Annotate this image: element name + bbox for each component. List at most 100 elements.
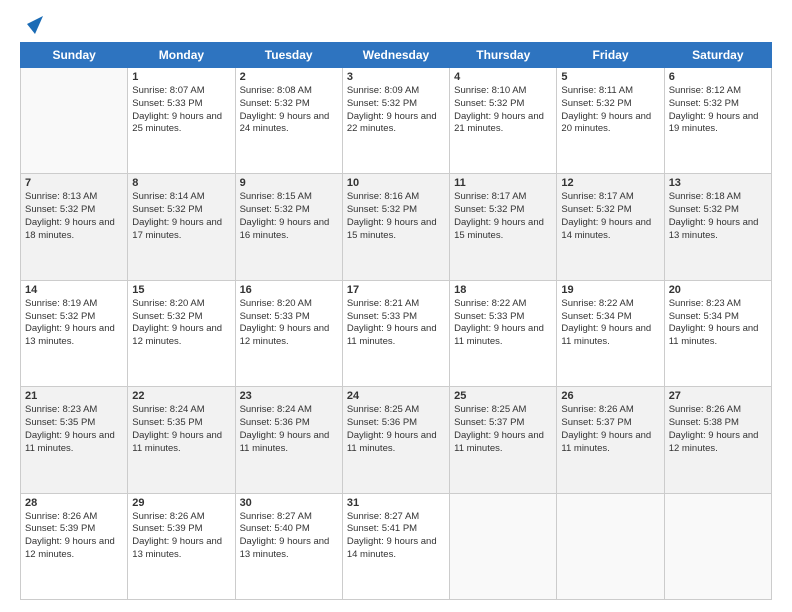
cell-details: Sunrise: 8:20 AM Sunset: 5:33 PM Dayligh… [240,298,338,349]
calendar-table: SundayMondayTuesdayWednesdayThursdayFrid… [20,42,772,600]
calendar-cell: 28 Sunrise: 8:26 AM Sunset: 5:39 PM Dayl… [21,493,128,599]
sunrise-text: Sunrise: 8:17 AM [454,191,526,202]
weekday-header-monday: Monday [128,43,235,68]
calendar-cell: 23 Sunrise: 8:24 AM Sunset: 5:36 PM Dayl… [235,387,342,493]
logo-bird-icon [21,16,43,34]
sunrise-text: Sunrise: 8:27 AM [240,511,312,522]
sunset-text: Sunset: 5:33 PM [240,311,310,322]
day-number: 7 [25,177,123,189]
sunrise-text: Sunrise: 8:24 AM [132,404,204,415]
cell-details: Sunrise: 8:22 AM Sunset: 5:34 PM Dayligh… [561,298,659,349]
calendar-week-row: 7 Sunrise: 8:13 AM Sunset: 5:32 PM Dayli… [21,174,772,280]
day-number: 21 [25,390,123,402]
calendar-cell: 10 Sunrise: 8:16 AM Sunset: 5:32 PM Dayl… [342,174,449,280]
calendar-cell: 12 Sunrise: 8:17 AM Sunset: 5:32 PM Dayl… [557,174,664,280]
cell-details: Sunrise: 8:25 AM Sunset: 5:37 PM Dayligh… [454,404,552,455]
cell-details: Sunrise: 8:26 AM Sunset: 5:39 PM Dayligh… [132,511,230,562]
cell-details: Sunrise: 8:25 AM Sunset: 5:36 PM Dayligh… [347,404,445,455]
day-number: 31 [347,497,445,509]
sunrise-text: Sunrise: 8:16 AM [347,191,419,202]
sunset-text: Sunset: 5:33 PM [454,311,524,322]
calendar-cell: 25 Sunrise: 8:25 AM Sunset: 5:37 PM Dayl… [450,387,557,493]
daylight-text: Daylight: 9 hours and 25 minutes. [132,111,222,135]
daylight-text: Daylight: 9 hours and 16 minutes. [240,217,330,241]
cell-details: Sunrise: 8:18 AM Sunset: 5:32 PM Dayligh… [669,191,767,242]
sunrise-text: Sunrise: 8:12 AM [669,85,741,96]
day-number: 25 [454,390,552,402]
sunrise-text: Sunrise: 8:15 AM [240,191,312,202]
sunrise-text: Sunrise: 8:14 AM [132,191,204,202]
cell-details: Sunrise: 8:15 AM Sunset: 5:32 PM Dayligh… [240,191,338,242]
calendar-cell: 6 Sunrise: 8:12 AM Sunset: 5:32 PM Dayli… [664,68,771,174]
sunset-text: Sunset: 5:32 PM [454,98,524,109]
daylight-text: Daylight: 9 hours and 12 minutes. [669,430,759,454]
daylight-text: Daylight: 9 hours and 20 minutes. [561,111,651,135]
daylight-text: Daylight: 9 hours and 14 minutes. [561,217,651,241]
sunset-text: Sunset: 5:35 PM [25,417,95,428]
calendar-cell: 20 Sunrise: 8:23 AM Sunset: 5:34 PM Dayl… [664,280,771,386]
calendar-cell: 18 Sunrise: 8:22 AM Sunset: 5:33 PM Dayl… [450,280,557,386]
weekday-header-friday: Friday [557,43,664,68]
daylight-text: Daylight: 9 hours and 13 minutes. [669,217,759,241]
day-number: 1 [132,71,230,83]
sunrise-text: Sunrise: 8:25 AM [454,404,526,415]
day-number: 11 [454,177,552,189]
page: SundayMondayTuesdayWednesdayThursdayFrid… [0,0,792,612]
calendar-cell: 4 Sunrise: 8:10 AM Sunset: 5:32 PM Dayli… [450,68,557,174]
calendar-week-row: 21 Sunrise: 8:23 AM Sunset: 5:35 PM Dayl… [21,387,772,493]
sunset-text: Sunset: 5:41 PM [347,523,417,534]
day-number: 30 [240,497,338,509]
sunrise-text: Sunrise: 8:19 AM [25,298,97,309]
day-number: 6 [669,71,767,83]
sunrise-text: Sunrise: 8:17 AM [561,191,633,202]
cell-details: Sunrise: 8:21 AM Sunset: 5:33 PM Dayligh… [347,298,445,349]
calendar-week-row: 14 Sunrise: 8:19 AM Sunset: 5:32 PM Dayl… [21,280,772,386]
sunset-text: Sunset: 5:32 PM [669,98,739,109]
sunrise-text: Sunrise: 8:27 AM [347,511,419,522]
calendar-week-row: 28 Sunrise: 8:26 AM Sunset: 5:39 PM Dayl… [21,493,772,599]
calendar-cell: 31 Sunrise: 8:27 AM Sunset: 5:41 PM Dayl… [342,493,449,599]
calendar-cell: 15 Sunrise: 8:20 AM Sunset: 5:32 PM Dayl… [128,280,235,386]
sunset-text: Sunset: 5:32 PM [669,204,739,215]
day-number: 22 [132,390,230,402]
daylight-text: Daylight: 9 hours and 22 minutes. [347,111,437,135]
sunset-text: Sunset: 5:32 PM [240,204,310,215]
day-number: 9 [240,177,338,189]
cell-details: Sunrise: 8:17 AM Sunset: 5:32 PM Dayligh… [454,191,552,242]
sunset-text: Sunset: 5:39 PM [25,523,95,534]
day-number: 29 [132,497,230,509]
daylight-text: Daylight: 9 hours and 18 minutes. [25,217,115,241]
logo [20,16,43,32]
sunset-text: Sunset: 5:35 PM [132,417,202,428]
day-number: 8 [132,177,230,189]
cell-details: Sunrise: 8:08 AM Sunset: 5:32 PM Dayligh… [240,85,338,136]
daylight-text: Daylight: 9 hours and 15 minutes. [454,217,544,241]
daylight-text: Daylight: 9 hours and 14 minutes. [347,536,437,560]
weekday-header-sunday: Sunday [21,43,128,68]
day-number: 26 [561,390,659,402]
day-number: 16 [240,284,338,296]
cell-details: Sunrise: 8:13 AM Sunset: 5:32 PM Dayligh… [25,191,123,242]
daylight-text: Daylight: 9 hours and 13 minutes. [240,536,330,560]
cell-details: Sunrise: 8:26 AM Sunset: 5:38 PM Dayligh… [669,404,767,455]
daylight-text: Daylight: 9 hours and 11 minutes. [454,430,544,454]
calendar-header-row: SundayMondayTuesdayWednesdayThursdayFrid… [21,43,772,68]
cell-details: Sunrise: 8:10 AM Sunset: 5:32 PM Dayligh… [454,85,552,136]
weekday-header-thursday: Thursday [450,43,557,68]
daylight-text: Daylight: 9 hours and 13 minutes. [132,536,222,560]
calendar-cell: 5 Sunrise: 8:11 AM Sunset: 5:32 PM Dayli… [557,68,664,174]
calendar-cell: 1 Sunrise: 8:07 AM Sunset: 5:33 PM Dayli… [128,68,235,174]
sunset-text: Sunset: 5:36 PM [240,417,310,428]
day-number: 15 [132,284,230,296]
day-number: 20 [669,284,767,296]
calendar-cell: 29 Sunrise: 8:26 AM Sunset: 5:39 PM Dayl… [128,493,235,599]
sunrise-text: Sunrise: 8:22 AM [454,298,526,309]
daylight-text: Daylight: 9 hours and 11 minutes. [347,430,437,454]
sunset-text: Sunset: 5:40 PM [240,523,310,534]
day-number: 12 [561,177,659,189]
sunset-text: Sunset: 5:32 PM [347,98,417,109]
calendar-cell: 11 Sunrise: 8:17 AM Sunset: 5:32 PM Dayl… [450,174,557,280]
cell-details: Sunrise: 8:17 AM Sunset: 5:32 PM Dayligh… [561,191,659,242]
day-number: 14 [25,284,123,296]
cell-details: Sunrise: 8:24 AM Sunset: 5:35 PM Dayligh… [132,404,230,455]
